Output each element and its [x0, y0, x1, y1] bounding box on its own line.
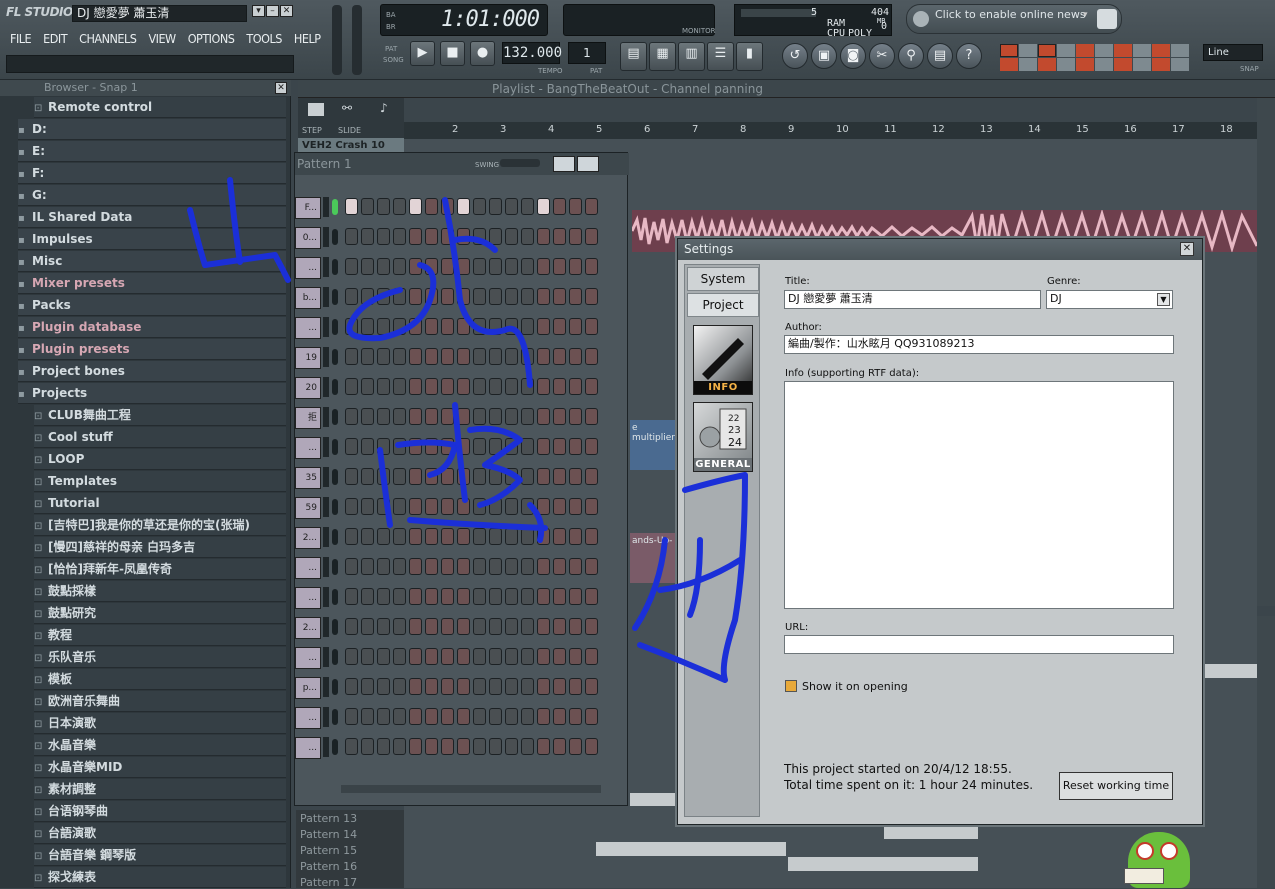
fruity-mascot-icon — [1118, 822, 1200, 888]
handwriting-overlay — [187, 177, 748, 683]
